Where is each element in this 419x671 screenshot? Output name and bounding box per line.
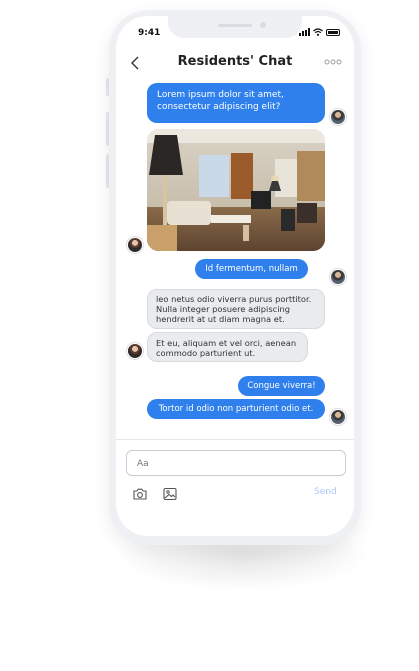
camera-button[interactable] bbox=[132, 486, 148, 502]
composer-divider bbox=[116, 439, 354, 440]
notch bbox=[168, 16, 302, 38]
speaker bbox=[218, 24, 252, 27]
image-button[interactable] bbox=[162, 486, 178, 502]
message-input[interactable] bbox=[127, 452, 345, 476]
living-room-photo[interactable] bbox=[147, 129, 325, 251]
avatar bbox=[127, 343, 143, 359]
front-camera bbox=[260, 22, 266, 28]
status-time: 9:41 bbox=[138, 28, 161, 38]
avatar bbox=[330, 409, 346, 425]
chat-title: Residents' Chat bbox=[177, 54, 293, 69]
battery-icon bbox=[326, 28, 340, 36]
status-icons bbox=[299, 28, 340, 36]
more-horizontal-icon bbox=[324, 59, 342, 65]
image-icon bbox=[163, 487, 177, 501]
avatar bbox=[330, 109, 346, 125]
phone-screen: 9:41 Residents' Chat Lorem ipsum dolor s bbox=[116, 16, 354, 536]
message-bubble-incoming[interactable]: leo netus odio viverra purus porttitor. … bbox=[147, 289, 325, 329]
more-options-button[interactable] bbox=[324, 58, 342, 68]
chat-header: Residents' Chat bbox=[116, 50, 354, 78]
avatar bbox=[127, 237, 143, 253]
signal-icon bbox=[299, 28, 310, 36]
message-bubble-incoming[interactable]: Et eu, aliquam et vel orci, aenean commo… bbox=[147, 332, 308, 362]
message-input-box[interactable] bbox=[126, 450, 346, 476]
camera-icon bbox=[133, 488, 147, 500]
message-bubble-outgoing[interactable]: Congue viverra! bbox=[238, 376, 325, 396]
avatar bbox=[330, 269, 346, 285]
message-bubble-outgoing[interactable]: Lorem ipsum dolor sit amet, consectetur … bbox=[147, 83, 325, 123]
send-button[interactable]: Send bbox=[314, 487, 337, 497]
message-bubble-outgoing[interactable]: Id fermentum, nullam bbox=[195, 259, 308, 279]
wifi-icon bbox=[313, 28, 323, 36]
message-bubble-outgoing[interactable]: Tortor id odio non parturient odio et. bbox=[147, 399, 325, 419]
room-image bbox=[147, 129, 325, 251]
